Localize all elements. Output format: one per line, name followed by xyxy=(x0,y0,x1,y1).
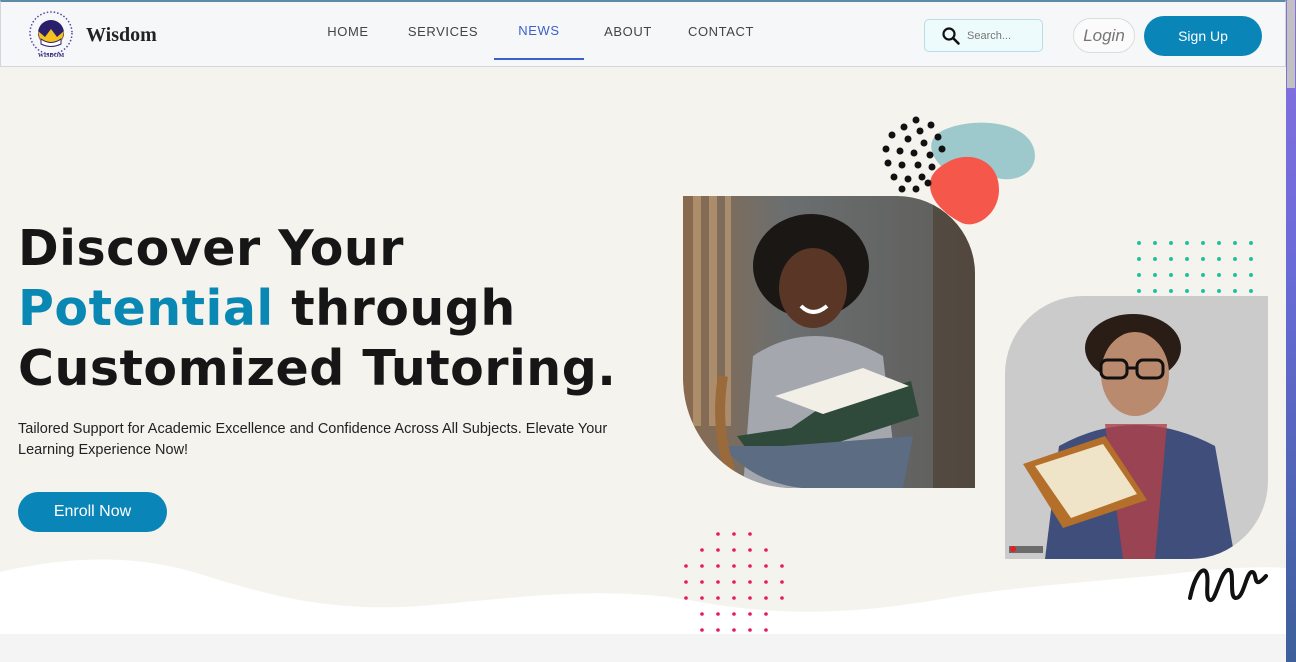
hero-subtext: Tailored Support for Academic Excellence… xyxy=(18,421,608,458)
site-header: WISDOM Wisdom HOME SERVICES NEWS ABOUT C… xyxy=(0,0,1286,67)
signup-button[interactable]: Sign Up xyxy=(1144,16,1262,56)
scrollbar-thumb[interactable] xyxy=(1287,0,1295,88)
squiggle-decoration xyxy=(1188,568,1268,602)
headline-line2-rest: through xyxy=(291,280,516,337)
nav-about[interactable]: ABOUT xyxy=(584,2,672,60)
nav-home[interactable]: HOME xyxy=(301,2,395,60)
brand-name[interactable]: Wisdom xyxy=(86,24,157,47)
next-section xyxy=(0,634,1286,662)
wisdom-logo[interactable]: WISDOM xyxy=(25,11,77,59)
main-nav: HOME SERVICES NEWS ABOUT CONTACT xyxy=(301,2,770,67)
logo-text: WISDOM xyxy=(38,53,65,59)
pink-dot-grid xyxy=(684,532,784,632)
student-photo-girl xyxy=(683,196,975,488)
student-photo-boy xyxy=(1005,296,1268,559)
search-icon[interactable] xyxy=(941,26,961,46)
nav-contact[interactable]: CONTACT xyxy=(672,2,770,60)
login-button[interactable]: Login xyxy=(1073,18,1135,53)
search-box[interactable] xyxy=(924,19,1043,52)
enroll-now-button[interactable]: Enroll Now xyxy=(18,492,167,532)
headline-line1: Discover Your xyxy=(18,220,404,277)
headline-accent: Potential xyxy=(18,280,274,337)
hero-section: Discover Your Potential through Customiz… xyxy=(0,67,1286,634)
headline-line2: Potential through xyxy=(18,279,616,339)
page-scrollbar[interactable] xyxy=(1286,0,1296,662)
nav-news[interactable]: NEWS xyxy=(494,2,584,60)
teal-dot-grid xyxy=(1137,241,1253,293)
search-input[interactable] xyxy=(967,29,1037,42)
nav-services[interactable]: SERVICES xyxy=(395,2,491,60)
hero-headline: Discover Your Potential through Customiz… xyxy=(18,219,616,399)
headline-line3: Customized Tutoring. xyxy=(18,340,617,397)
